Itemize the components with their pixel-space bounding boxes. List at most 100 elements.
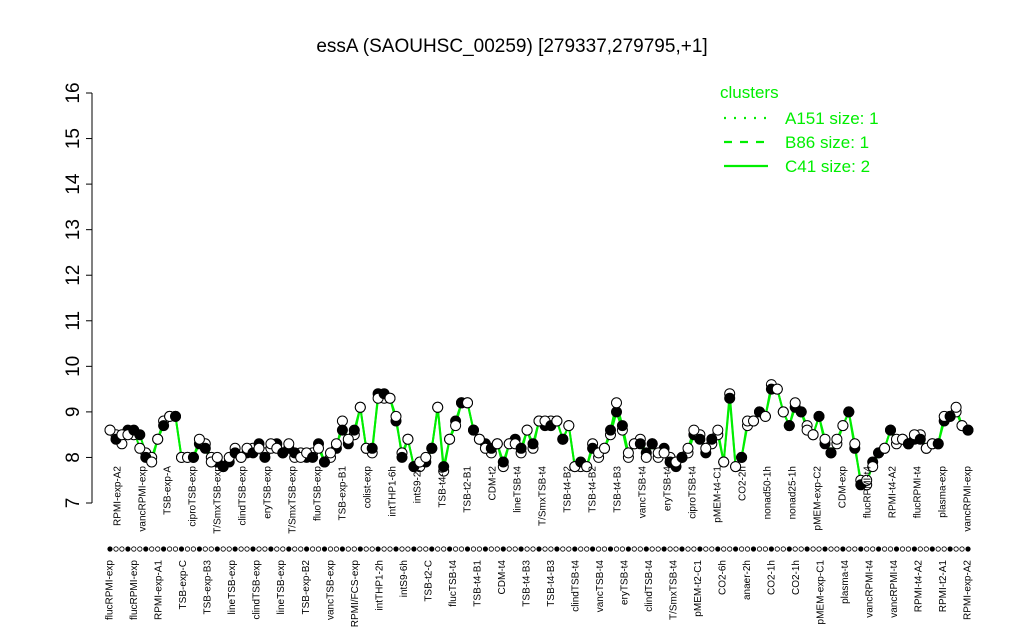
top-sample-label: colist-exp: [363, 466, 374, 509]
y-tick-label: 15: [63, 128, 84, 149]
rug-dot: [452, 546, 459, 552]
rug-dot: [780, 546, 786, 552]
rug-dot: [470, 546, 477, 552]
bottom-sample-label: TSB-t4-B3: [521, 560, 532, 607]
data-point: [885, 424, 896, 436]
top-sample-label: CDM-exp: [838, 466, 849, 509]
rug-dot: [625, 546, 632, 552]
data-point: [211, 451, 223, 463]
top-sample-label: T/SmxTSB-exp: [288, 466, 299, 534]
data-point: [390, 410, 402, 422]
sample-rug: [107, 546, 971, 552]
data-point: [694, 433, 706, 445]
rug-dot: [852, 546, 858, 552]
bottom-sample-label: RPMI/FCS-exp: [350, 560, 361, 628]
bottom-sample-label: vancRPMI-t4: [889, 560, 900, 618]
bottom-sample-label: TSB-t4-B1: [472, 560, 483, 607]
top-sample-label: TSB-t4-C: [438, 466, 449, 508]
data-point: [307, 451, 319, 463]
data-point: [336, 415, 348, 427]
rug-dot: [512, 546, 518, 552]
top-sample-label: vancRPMI-exp: [138, 466, 149, 532]
data-point: [748, 415, 759, 427]
data-point: [616, 420, 628, 432]
rug-dot: [691, 546, 697, 552]
bottom-sample-label: CDM-t4: [497, 560, 508, 595]
data-point: [605, 424, 616, 436]
rug-dot: [750, 546, 757, 552]
data-point: [658, 447, 670, 459]
y-tick-label: 13: [63, 219, 84, 240]
rug-dot: [286, 546, 292, 552]
rug-dot: [464, 546, 471, 552]
rug-dot: [268, 546, 274, 552]
bottom-sample-label: vancTSB-exp: [325, 560, 336, 620]
rug-dot: [899, 546, 906, 552]
rug-dot: [661, 546, 667, 552]
data-point: [199, 442, 211, 454]
rug-dot: [721, 546, 727, 552]
rug-dot: [500, 546, 506, 552]
data-point: [468, 424, 479, 436]
rug-dot: [220, 546, 226, 552]
rug-dot: [798, 546, 804, 552]
rug-dot: [834, 546, 840, 552]
data-point: [551, 415, 563, 427]
bottom-sample-label: anaer-2h: [742, 560, 753, 600]
rug-dot: [345, 546, 351, 552]
bottom-sample-label: TSB-exp-C: [178, 560, 189, 609]
top-sample-label: CO2-2h: [738, 466, 749, 501]
rug-dot: [947, 546, 953, 552]
y-tick-label: 10: [63, 356, 84, 377]
rug-dot: [917, 546, 923, 552]
top-sample-label: T/SmxTSB-exp: [213, 466, 224, 534]
bottom-sample-label: RPMI-exp-A1: [154, 560, 165, 620]
rug-dot: [703, 546, 709, 552]
rug-dot: [875, 546, 882, 552]
data-point: [819, 433, 831, 445]
rug-dot: [494, 546, 500, 552]
data-point: [527, 438, 539, 450]
rug-dot: [643, 546, 649, 552]
bottom-sample-label: TSB-exp-B2: [301, 560, 312, 615]
y-tick-label: 11: [63, 311, 84, 331]
data-point: [342, 433, 354, 445]
data-point: [396, 451, 408, 463]
data-point: [491, 438, 503, 450]
rug-dot: [560, 546, 566, 552]
rug-dot: [482, 546, 488, 552]
rug-dot: [506, 546, 512, 552]
data-point: [444, 433, 456, 445]
data-point: [944, 410, 956, 422]
data-point: [354, 401, 366, 413]
rug-dot: [887, 546, 894, 552]
rug-dot: [113, 546, 119, 552]
data-point: [902, 438, 914, 450]
rug-dot: [232, 546, 238, 552]
rug-dot: [715, 546, 721, 552]
rug-dot: [768, 546, 775, 552]
rug-dot: [155, 546, 161, 552]
data-point: [152, 433, 164, 445]
bottom-sample-label: pMEM-exp-C1: [816, 560, 827, 625]
rug-dot: [226, 546, 232, 552]
bottom-sample-label: flucRPMI-exp: [129, 560, 140, 620]
rug-dot: [732, 546, 739, 552]
rug-dot: [673, 546, 679, 552]
rug-dot: [161, 546, 167, 552]
rug-dot: [631, 546, 637, 552]
data-point: [128, 424, 140, 436]
data-point: [777, 406, 789, 418]
top-sample-label: fluoTSB-exp: [313, 466, 324, 521]
bottom-sample-label: CO2-1h: [791, 560, 802, 595]
data-point: [962, 424, 974, 436]
top-sample-label: pMEM-exp-C2: [813, 466, 824, 531]
rug-dot: [619, 546, 626, 552]
rug-dot: [190, 546, 196, 552]
bottom-sample-label: vancRPMI-t4: [865, 560, 876, 618]
rug-dot: [250, 546, 256, 552]
data-point: [432, 401, 444, 413]
data-point: [622, 447, 634, 459]
rug-dot: [423, 546, 429, 552]
data-point: [783, 420, 795, 432]
